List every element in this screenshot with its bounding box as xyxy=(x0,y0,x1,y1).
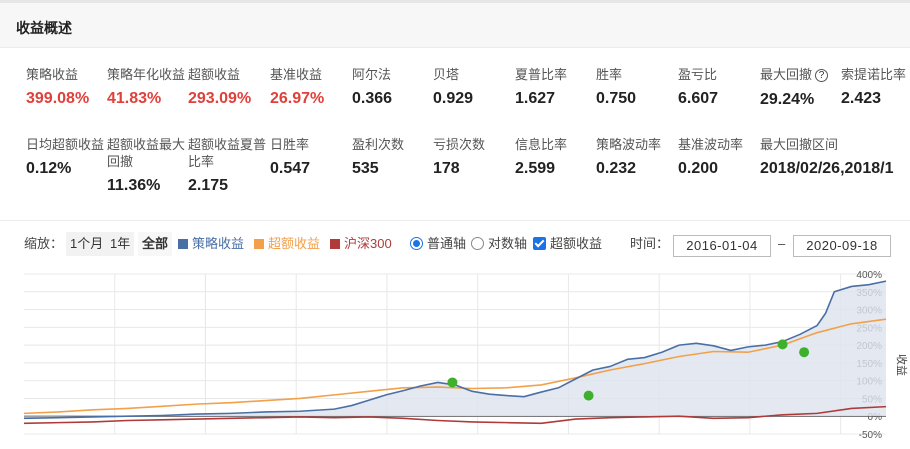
chart-marker xyxy=(799,347,810,358)
metric-metrics_row2-7: 策略波动率 0.232 xyxy=(596,136,661,178)
metric-label: 日胜率 xyxy=(270,137,310,152)
zoom-all-button[interactable]: 全部 xyxy=(138,232,173,256)
metric-value: 29.24% xyxy=(760,91,815,108)
metric-label: 基准收益 xyxy=(270,67,323,82)
time-label: 时间： xyxy=(630,236,670,251)
axis-normal-radio[interactable]: 普通轴 xyxy=(410,232,466,256)
zoom-label: 缩放： xyxy=(24,236,64,251)
metric-value: 0.929 xyxy=(433,90,474,107)
metric-value: 293.09% xyxy=(188,90,252,107)
zoom-1year-button[interactable]: 1年 xyxy=(106,232,135,256)
radio-off-icon xyxy=(471,237,484,250)
metric-metrics_row1-7: 胜率 0.750 xyxy=(596,66,636,108)
metric-label: 最大回撤 xyxy=(760,67,813,82)
metric-value: 535 xyxy=(352,160,379,177)
axis-log-radio[interactable]: 对数轴 xyxy=(471,232,527,256)
metric-metrics_row1-8: 盈亏比 6.607 xyxy=(678,66,718,108)
y-tick-label: 400% xyxy=(856,270,882,281)
metric-value: 6.607 xyxy=(678,90,719,107)
metric-label: 策略波动率 xyxy=(596,137,662,152)
page-title: 收益概述 xyxy=(16,20,72,36)
metric-value: 2018/02/26,2018/1 xyxy=(760,160,894,177)
returns-chart: 400%350%300%250%200%150%100%50%0%-50%收益 xyxy=(23,270,909,441)
metric-label: 超额收益 xyxy=(188,67,241,82)
metric-value: 0.547 xyxy=(270,160,311,177)
metric-label: 日均超额收益 xyxy=(26,137,105,152)
metric-metrics_row2-4: 盈利次数 535 xyxy=(352,136,404,178)
radio-on-icon xyxy=(410,237,423,250)
metric-metrics_row1-6: 夏普比率 1.627 xyxy=(515,66,567,108)
metric-metrics_row2-2: 超额收益夏普比率 2.175 xyxy=(188,136,266,195)
chart-marker xyxy=(583,390,594,401)
metric-label: 策略收益 xyxy=(26,67,79,82)
metric-label: 基准波动率 xyxy=(678,137,744,152)
legend-swatch xyxy=(178,239,188,249)
legend-hs300[interactable]: 沪深300 xyxy=(330,232,392,256)
metric-label: 胜率 xyxy=(596,67,623,82)
metric-value: 11.36% xyxy=(107,177,161,194)
metric-metrics_row2-8: 基准波动率 0.200 xyxy=(678,136,743,178)
metric-label: 盈利次数 xyxy=(352,137,405,152)
metric-value: 0.200 xyxy=(678,160,719,177)
metric-label: 超额收益夏普比率 xyxy=(188,137,267,169)
metric-metrics_row1-0: 策略收益 399.08% xyxy=(26,66,89,108)
divider xyxy=(0,220,910,221)
metric-label: 超额收益最大回撤 xyxy=(107,137,186,169)
end-date-input[interactable]: 2020-09-18 xyxy=(793,235,891,257)
metric-metrics_row1-10: 索提诺比率 2.423 xyxy=(841,66,906,108)
metric-label: 亏损次数 xyxy=(433,137,486,152)
metric-label: 索提诺比率 xyxy=(841,67,907,82)
legend-strategy[interactable]: 策略收益 xyxy=(178,232,244,256)
metric-label: 最大回撤区间 xyxy=(760,137,839,152)
y-tick-label: -50% xyxy=(859,430,882,441)
metric-value: 41.83% xyxy=(107,90,162,107)
chart-controls: 缩放： 1个月 1年 全部 策略收益 超额收益 沪深300 普通轴 对数轴 超额… xyxy=(0,232,910,262)
summary-header: 收益概述 xyxy=(0,0,910,48)
metric-value: 2.175 xyxy=(188,177,229,194)
metric-metrics_row1-4: 阿尔法 0.366 xyxy=(352,66,392,108)
metric-metrics_row1-9: 最大回撤? 29.24% xyxy=(760,66,829,109)
legend-excess[interactable]: 超额收益 xyxy=(254,232,320,256)
chart-marker xyxy=(447,377,458,388)
metric-metrics_row2-9: 最大回撤区间 2018/02/26,2018/1 xyxy=(760,136,893,178)
metric-value: 399.08% xyxy=(26,90,90,107)
legend-swatch xyxy=(254,239,264,249)
metric-metrics_row2-5: 亏损次数 178 xyxy=(433,136,485,178)
help-icon[interactable]: ? xyxy=(815,69,829,82)
metric-label: 盈亏比 xyxy=(678,67,718,82)
metric-value: 0.750 xyxy=(596,90,637,107)
zoom-1month-button[interactable]: 1个月 xyxy=(66,232,108,256)
metric-value: 26.97% xyxy=(270,90,325,107)
metric-metrics_row1-5: 贝塔 0.929 xyxy=(433,66,473,108)
metric-label: 贝塔 xyxy=(433,67,460,82)
metric-metrics_row1-1: 策略年化收益 41.83% xyxy=(107,66,185,108)
chart-marker xyxy=(777,339,788,350)
metric-label: 策略年化收益 xyxy=(107,67,186,82)
metric-metrics_row1-2: 超额收益 293.09% xyxy=(188,66,251,108)
legend-swatch xyxy=(330,239,340,249)
metric-metrics_row2-3: 日胜率 0.547 xyxy=(270,136,310,178)
metric-metrics_row2-0: 日均超额收益 0.12% xyxy=(26,136,104,178)
metric-value: 0.366 xyxy=(352,90,393,107)
checkbox-checked-icon xyxy=(533,237,546,250)
metric-value: 2.423 xyxy=(841,90,882,107)
metric-metrics_row1-3: 基准收益 26.97% xyxy=(270,66,324,108)
metric-metrics_row2-1: 超额收益最大回撤 11.36% xyxy=(107,136,185,195)
metric-label: 信息比率 xyxy=(515,137,568,152)
metrics-panel: 策略收益 399.08% 策略年化收益 41.83% 超额收益 293.09% 基准收益 26… xyxy=(0,56,910,216)
start-date-input[interactable]: 2016-01-04 xyxy=(673,235,771,257)
metric-metrics_row2-6: 信息比率 2.599 xyxy=(515,136,567,178)
metric-value: 1.627 xyxy=(515,90,556,107)
metric-value: 178 xyxy=(433,160,460,177)
excess-checkbox[interactable]: 超额收益 xyxy=(533,232,602,256)
metric-label: 夏普比率 xyxy=(515,67,568,82)
y-axis-label: 收益 xyxy=(895,354,909,376)
metric-label: 阿尔法 xyxy=(352,67,392,82)
metric-value: 0.232 xyxy=(596,160,637,177)
metric-value: 2.599 xyxy=(515,160,556,177)
metric-value: 0.12% xyxy=(26,160,72,177)
date-separator: – xyxy=(778,236,786,251)
